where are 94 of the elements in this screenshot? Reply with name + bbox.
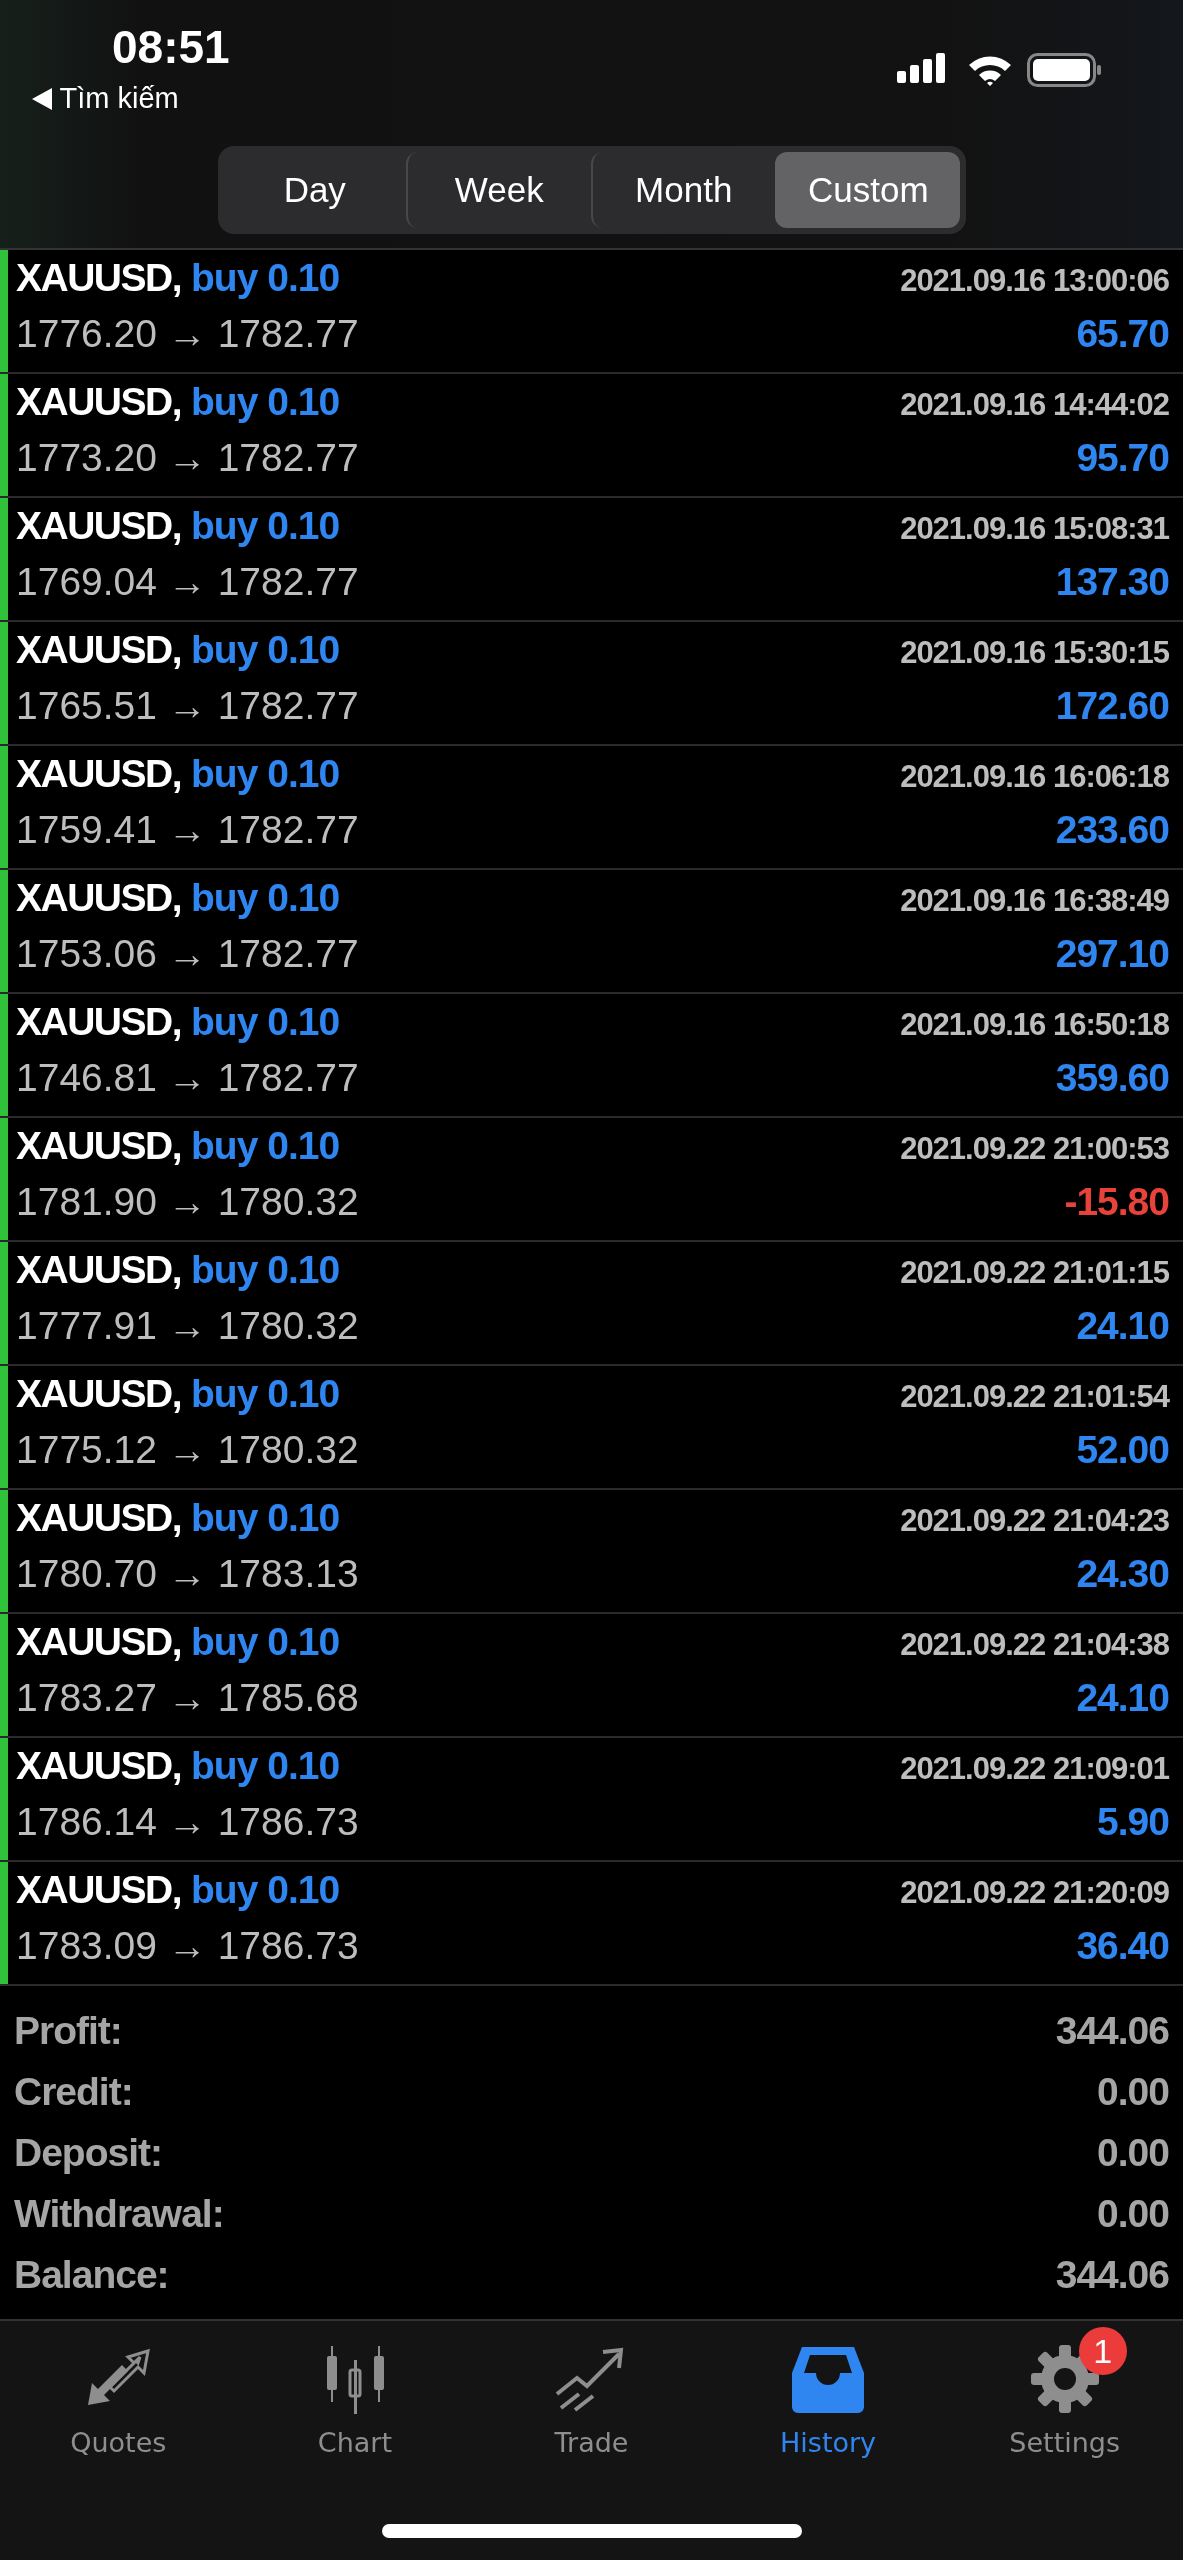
trade-time: 2021.09.22 21:01:54 — [900, 1379, 1169, 1415]
trade-symbol: XAUUSD, — [16, 1000, 182, 1044]
trade-time: 2021.09.16 16:06:18 — [900, 759, 1169, 795]
trade-time: 2021.09.16 16:38:49 — [900, 883, 1169, 919]
trade-side: buy 0.10 — [191, 752, 340, 796]
trade-prices: 1746.81 → 1782.77 — [16, 1056, 359, 1100]
trade-time: 2021.09.22 21:09:01 — [900, 1751, 1169, 1787]
wifi-icon — [967, 53, 1013, 87]
trade-symbol: XAUUSD, — [16, 256, 182, 300]
trade-profit: 24.10 — [1076, 1676, 1169, 1720]
trade-prices: 1759.41 → 1782.77 — [16, 808, 359, 852]
trade-profit: 137.30 — [1055, 560, 1169, 604]
trade-side: buy 0.10 — [191, 1620, 340, 1664]
trade-side: buy 0.10 — [191, 256, 340, 300]
trade-profit: 52.00 — [1076, 1428, 1169, 1472]
period-tab[interactable]: Custom — [775, 152, 960, 228]
trade-prices: 1781.90 → 1780.32 — [16, 1180, 359, 1224]
trade-profit: 233.60 — [1055, 808, 1169, 852]
trade-symbol: XAUUSD, — [16, 504, 182, 548]
trade-profit: 36.40 — [1076, 1924, 1169, 1968]
trade-time: 2021.09.16 13:00:06 — [900, 263, 1169, 299]
period-tab[interactable]: Day — [223, 152, 406, 228]
period-tab[interactable]: Week — [406, 152, 591, 228]
tab-bar-item[interactable]: History — [709, 2323, 947, 2462]
trade-symbol: XAUUSD, — [16, 628, 182, 672]
tab-bar-item[interactable]: Quotes — [0, 2323, 237, 2462]
trade-side: buy 0.10 — [191, 380, 340, 424]
summary-label: Balance: — [14, 2252, 169, 2297]
summary-value: 0.00 — [1097, 2130, 1169, 2175]
battery-icon — [1027, 53, 1103, 87]
summary-value: 344.06 — [1055, 2252, 1169, 2297]
trade-time: 2021.09.22 21:04:38 — [900, 1627, 1169, 1663]
back-icon — [32, 88, 52, 110]
notification-badge: 1 — [1078, 2327, 1127, 2375]
summary-label: Withdrawal: — [14, 2191, 224, 2236]
trade-side: buy 0.10 — [191, 1496, 340, 1540]
trade-prices: 1773.20 → 1782.77 — [16, 436, 359, 480]
trade-profit: 359.60 — [1055, 1056, 1169, 1100]
trade-symbol: XAUUSD, — [16, 1248, 182, 1292]
summary-value: 0.00 — [1097, 2191, 1169, 2236]
trade-side: buy 0.10 — [191, 1372, 340, 1416]
trade-prices: 1776.20 → 1782.77 — [16, 312, 359, 356]
summary-value: 344.06 — [1055, 2008, 1169, 2053]
tab-bar-item[interactable]: 1 Settings — [946, 2323, 1183, 2462]
trade-prices: 1783.27 → 1785.68 — [16, 1676, 359, 1720]
trade-profit: 24.30 — [1076, 1552, 1169, 1596]
trade-symbol: XAUUSD, — [16, 1868, 182, 1912]
trade-profit: 297.10 — [1055, 932, 1169, 976]
trade-profit: 172.60 — [1055, 684, 1169, 728]
trade-symbol: XAUUSD, — [16, 752, 182, 796]
trade-prices: 1765.51 → 1782.77 — [16, 684, 359, 728]
trade-profit: 95.70 — [1076, 436, 1169, 480]
trade-symbol: XAUUSD, — [16, 1372, 182, 1416]
trade-symbol: XAUUSD, — [16, 380, 182, 424]
trade-prices: 1786.14 → 1786.73 — [16, 1800, 359, 1844]
tab-bar-item[interactable]: Chart — [236, 2323, 474, 2462]
summary-value: 0.00 — [1097, 2069, 1169, 2114]
summary-label: Profit: — [14, 2008, 122, 2053]
trade-symbol: XAUUSD, — [16, 1124, 182, 1168]
trade-profit: 65.70 — [1076, 312, 1169, 356]
trade-symbol: XAUUSD, — [16, 1620, 182, 1664]
trade-time: 2021.09.16 15:08:31 — [900, 511, 1169, 547]
trade-side: buy 0.10 — [191, 876, 340, 920]
trade-prices: 1780.70 → 1783.13 — [16, 1552, 359, 1596]
trade-side: buy 0.10 — [191, 1000, 340, 1044]
trade-time: 2021.09.16 16:50:18 — [900, 1007, 1169, 1043]
summary-label: Deposit: — [14, 2130, 162, 2175]
summary-label: Credit: — [14, 2069, 133, 2114]
trade-time: 2021.09.22 21:04:23 — [900, 1503, 1169, 1539]
trade-side: buy 0.10 — [191, 1248, 340, 1292]
tab-bar-item[interactable]: Trade — [473, 2323, 710, 2462]
trade-prices: 1753.06 → 1782.77 — [16, 932, 359, 976]
trade-symbol: XAUUSD, — [16, 1496, 182, 1540]
trade-symbol: XAUUSD, — [16, 1744, 182, 1788]
trade-prices: 1777.91 → 1780.32 — [16, 1304, 359, 1348]
trade-side: buy 0.10 — [191, 1124, 340, 1168]
trade-side: buy 0.10 — [191, 1868, 340, 1912]
trade-time: 2021.09.16 15:30:15 — [900, 635, 1169, 671]
trade-side: buy 0.10 — [191, 628, 340, 672]
trade-time: 2021.09.22 21:01:15 — [900, 1255, 1169, 1291]
trade-profit: -15.80 — [1064, 1180, 1169, 1224]
status-time: 08:51 — [112, 20, 230, 74]
trade-time: 2021.09.22 21:00:53 — [900, 1131, 1169, 1167]
trade-side: buy 0.10 — [191, 504, 340, 548]
trade-side: buy 0.10 — [191, 1744, 340, 1788]
trade-profit: 24.10 — [1076, 1304, 1169, 1348]
trade-time: 2021.09.16 14:44:02 — [900, 387, 1169, 423]
trade-prices: 1769.04 → 1782.77 — [16, 560, 359, 604]
trade-profit: 5.90 — [1097, 1800, 1169, 1844]
back-link[interactable]: Tìm kiếm — [32, 82, 179, 115]
trade-prices: 1783.09 → 1786.73 — [16, 1924, 359, 1968]
trade-time: 2021.09.22 21:20:09 — [900, 1875, 1169, 1911]
trade-prices: 1775.12 → 1780.32 — [16, 1428, 359, 1472]
trade-symbol: XAUUSD, — [16, 876, 182, 920]
